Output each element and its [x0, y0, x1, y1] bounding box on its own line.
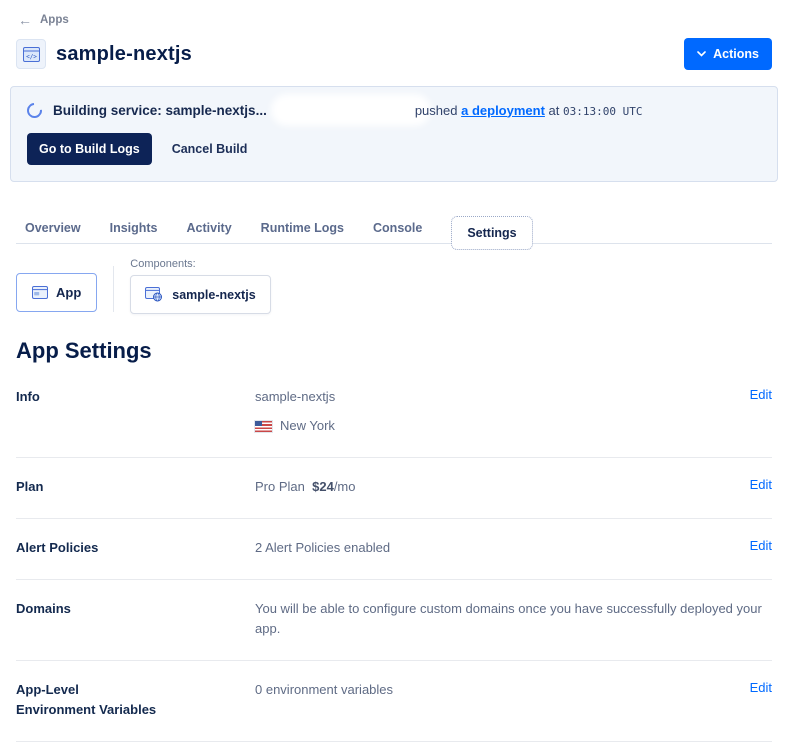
row-label: Domains — [16, 601, 71, 616]
plan-price: $24 — [312, 479, 334, 494]
settings-row-domains: Domains You will be able to configure cu… — [16, 580, 772, 661]
page-title: sample-nextjs — [56, 42, 192, 65]
component-sample-nextjs-button[interactable]: sample-nextjs — [130, 275, 271, 314]
row-value: You will be able to configure custom dom… — [255, 601, 762, 636]
plan-per: /mo — [333, 479, 356, 494]
tab-bar: Overview Insights Activity Runtime Logs … — [0, 206, 788, 250]
settings-row-log-forwarding: Log Forwarding 0 Destinations Edit — [16, 742, 772, 750]
component-bar: App Components: sample-nextjs — [0, 250, 788, 314]
row-value: 0 environment variables — [255, 682, 394, 697]
build-banner: Building service: sample-nextjs... pushe… — [10, 86, 778, 182]
tab-runtime-logs[interactable]: Runtime Logs — [261, 221, 344, 235]
info-region: New York — [280, 418, 335, 433]
app-window-icon: </> — [16, 39, 46, 69]
row-label: Plan — [16, 479, 44, 494]
tab-console[interactable]: Console — [373, 221, 422, 235]
row-label: App-Level Environment Variables — [16, 682, 157, 717]
chevron-down-icon — [697, 51, 706, 57]
row-label: Alert Policies — [16, 540, 99, 555]
svg-text:</>: </> — [26, 53, 37, 60]
app-settings-heading: App Settings — [16, 338, 152, 363]
row-value: 2 Alert Policies enabled — [255, 540, 391, 555]
tab-insights[interactable]: Insights — [110, 221, 158, 235]
banner-title: Building service: sample-nextjs... — [53, 102, 267, 118]
spinner-icon — [23, 99, 46, 121]
breadcrumb: ← Apps — [0, 0, 788, 28]
back-arrow-icon[interactable]: ← — [18, 12, 32, 28]
tab-settings[interactable]: Settings — [451, 216, 533, 250]
title-bar: </> sample-nextjs Actions — [0, 28, 788, 70]
cancel-build-button[interactable]: Cancel Build — [172, 142, 248, 156]
edit-plan-link[interactable]: Edit — [750, 475, 772, 492]
tab-overview[interactable]: Overview — [25, 221, 81, 235]
settings-rows: Info sample-nextjs New York Edit Plan Pr… — [0, 368, 788, 750]
actions-button[interactable]: Actions — [684, 38, 772, 70]
edit-alert-policies-link[interactable]: Edit — [750, 536, 772, 553]
component-globe-icon — [145, 287, 163, 302]
edit-info-link[interactable]: Edit — [750, 385, 772, 402]
settings-row-env-variables: App-Level Environment Variables 0 enviro… — [16, 661, 772, 742]
breadcrumb-apps-link[interactable]: Apps — [40, 14, 69, 26]
settings-row-info: Info sample-nextjs New York Edit — [16, 368, 772, 458]
deployment-link[interactable]: a deployment — [461, 103, 545, 118]
edit-env-variables-link[interactable]: Edit — [750, 678, 772, 695]
settings-row-plan: Plan Pro Plan $24/mo Edit — [16, 458, 772, 519]
components-label: Components: — [130, 258, 196, 270]
app-scope-button[interactable]: App — [16, 273, 98, 312]
banner-deployment-text: pushed a deployment at 03:13:00 UTC — [414, 102, 643, 118]
vertical-divider — [113, 266, 115, 312]
app-window-icon — [32, 286, 48, 299]
settings-row-alert-policies: Alert Policies 2 Alert Policies enabled … — [16, 519, 772, 580]
deployment-timestamp: 03:13:00 UTC — [563, 104, 643, 118]
redacted-text-blur — [276, 100, 425, 120]
go-to-build-logs-button[interactable]: Go to Build Logs — [27, 133, 152, 165]
row-value: Pro Plan $24/mo — [255, 475, 750, 497]
tab-activity[interactable]: Activity — [187, 221, 232, 235]
us-flag-icon — [254, 419, 273, 433]
row-value: sample-nextjs New York — [254, 385, 750, 436]
row-label: Info — [16, 389, 40, 404]
plan-name: Pro Plan — [255, 479, 305, 494]
info-app-name: sample-nextjs — [255, 389, 336, 404]
